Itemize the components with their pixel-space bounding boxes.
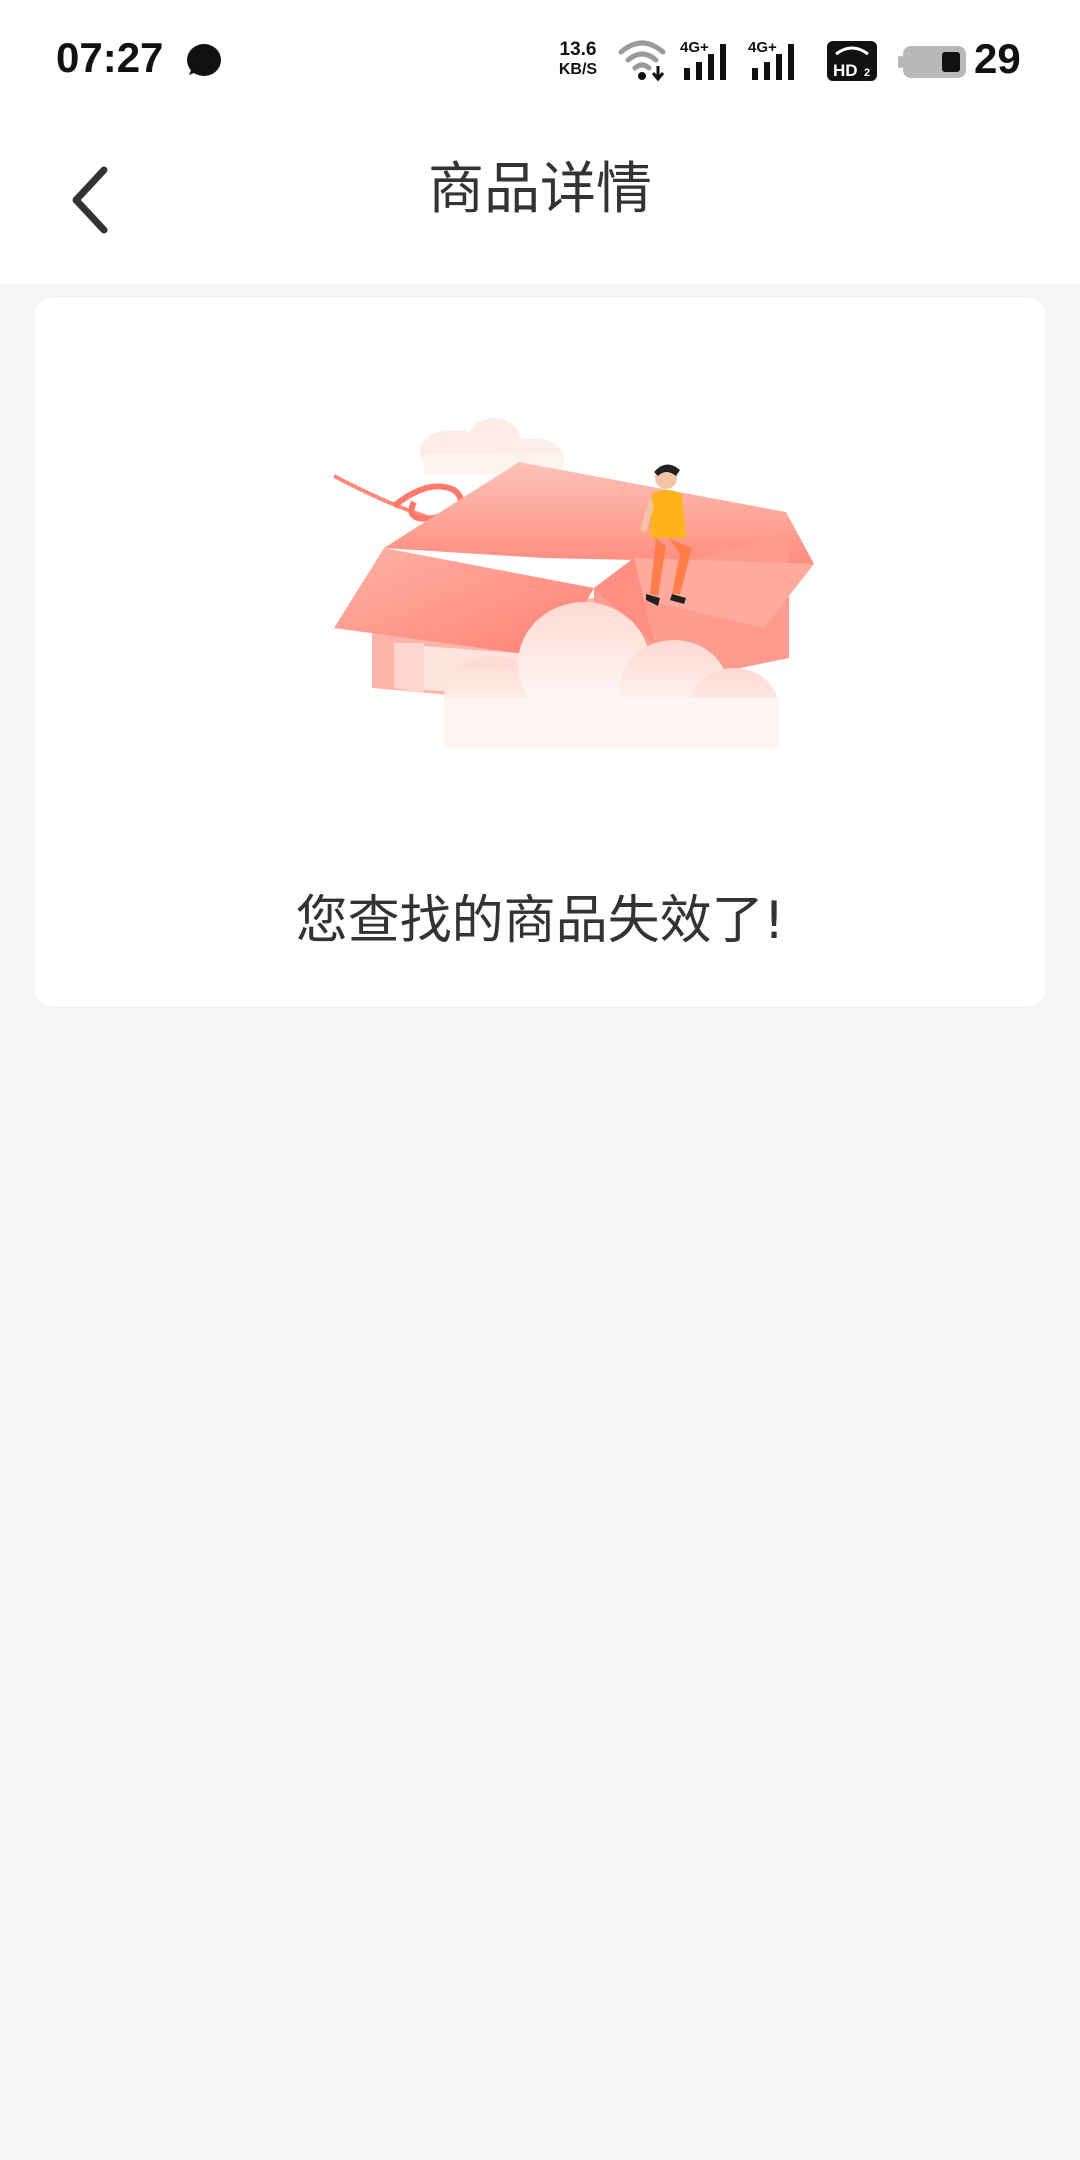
signal-4g-icon: 4G+ (680, 39, 726, 80)
open-box-with-person-icon (333, 418, 814, 748)
nav-bar: 商品详情 (0, 120, 1080, 284)
empty-state-card: 您查找的商品失效了! (34, 298, 1046, 1006)
battery-level: 29 (974, 35, 1021, 82)
chat-bubble-icon (187, 44, 221, 76)
chevron-left-icon (72, 166, 108, 234)
svg-text:2: 2 (864, 67, 870, 79)
svg-text:4G+: 4G+ (680, 39, 709, 56)
network-speed-value: 13.6 (559, 39, 597, 60)
svg-text:HD: HD (833, 61, 858, 80)
network-speed: 13.6 KB/S (548, 40, 608, 80)
battery-icon (898, 46, 966, 78)
hd-icon: HD 2 (827, 41, 877, 81)
status-bar: 07:27 13.6 KB/S 4G+ 4G+ HD 2 29 (0, 0, 1080, 120)
status-time: 07:27 (56, 34, 164, 81)
svg-text:4G+: 4G+ (748, 39, 777, 56)
empty-state-message: 您查找的商品失效了! (295, 891, 785, 951)
page-title: 商品详情 (428, 157, 652, 222)
back-button[interactable] (50, 150, 130, 250)
wifi-icon (618, 40, 666, 82)
signal-4g-icon: 4G+ (748, 39, 794, 80)
network-speed-unit: KB/S (558, 61, 598, 78)
